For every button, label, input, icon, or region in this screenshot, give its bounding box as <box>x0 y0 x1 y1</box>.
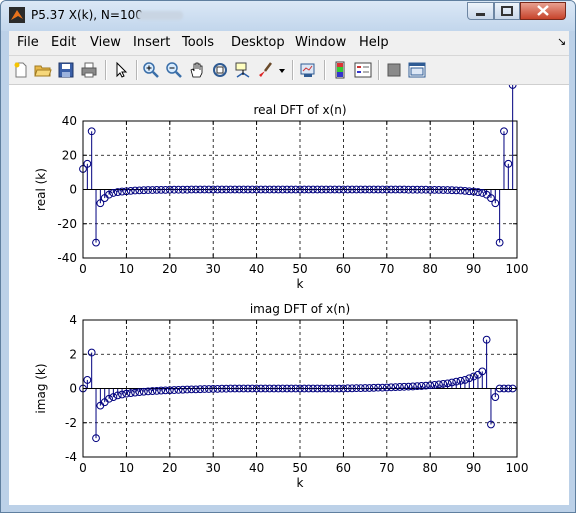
x-tick-label: 50 <box>292 262 307 276</box>
chart-title: imag DFT of x(n) <box>250 302 350 316</box>
x-axis-label: k <box>297 476 304 490</box>
maximize-icon <box>501 6 513 16</box>
x-tick-label: 20 <box>162 262 177 276</box>
zoom-in-icon[interactable] <box>142 61 160 79</box>
data-cursor-icon[interactable] <box>234 61 252 79</box>
pan-icon[interactable] <box>188 61 206 79</box>
x-tick-label: 70 <box>379 262 394 276</box>
matlab-logo-icon <box>9 7 25 23</box>
chart-title: real DFT of x(n) <box>253 103 346 117</box>
window-title: P5.37 X(k), N=100 <box>31 8 143 22</box>
menu-help[interactable]: Help <box>359 35 389 50</box>
x-tick-label: 0 <box>79 262 87 276</box>
y-tick-label: -20 <box>57 217 77 231</box>
toolbar-separator <box>324 60 326 80</box>
rotate-3d-icon[interactable] <box>211 61 229 79</box>
y-tick-label: -2 <box>65 416 77 430</box>
menu-file[interactable]: File <box>17 35 39 50</box>
brush-icon[interactable] <box>257 61 275 79</box>
legend-icon[interactable] <box>354 61 372 79</box>
figure-canvas[interactable]: 0 10 20 30 40 50 60 70 80 90 100 -40 -20 0 20 40 real DF… <box>9 85 569 505</box>
hide-plot-tools-icon[interactable] <box>385 61 403 79</box>
x-tick-label: 70 <box>379 461 394 475</box>
toolbar-separator <box>292 60 294 80</box>
figure-toolbar <box>9 56 569 85</box>
y-tick-label: 0 <box>69 183 77 197</box>
axes-real-dft[interactable]: 0 10 20 30 40 50 60 70 80 90 100 -40 -20 0 20 40 real DF… <box>34 85 528 291</box>
y-tick-label: 2 <box>69 347 77 361</box>
y-tick-label: -40 <box>57 251 77 265</box>
new-figure-icon[interactable] <box>12 61 30 79</box>
x-tick-label: 80 <box>423 262 438 276</box>
close-button[interactable] <box>520 2 566 20</box>
x-tick-label: 100 <box>506 262 529 276</box>
pointer-icon[interactable] <box>112 61 130 79</box>
x-tick-label: 90 <box>466 262 481 276</box>
toolbar-separator <box>136 60 138 80</box>
print-icon[interactable] <box>80 61 98 79</box>
x-tick-label: 30 <box>206 262 221 276</box>
x-tick-label: 40 <box>249 262 264 276</box>
toolbar-separator <box>105 60 107 80</box>
zoom-out-icon[interactable] <box>165 61 183 79</box>
x-tick-label: 30 <box>206 461 221 475</box>
menu-edit[interactable]: Edit <box>51 35 76 50</box>
axes-imag-dft[interactable]: 0 10 20 30 40 50 60 70 80 90 100 -4 -2 0 2 4 imag DFT of… <box>34 302 528 490</box>
menu-view[interactable]: View <box>90 35 121 50</box>
y-tick-label: -4 <box>65 450 77 464</box>
menu-desktop[interactable]: Desktop <box>231 35 285 50</box>
x-tick-label: 100 <box>506 461 529 475</box>
x-tick-label: 10 <box>119 262 134 276</box>
figure-window: P5.37 X(k), N=100 File Edit View Insert … <box>0 0 576 513</box>
y-tick-label: 0 <box>69 382 77 396</box>
x-tick-label: 10 <box>119 461 134 475</box>
plots-svg: 0 10 20 30 40 50 60 70 80 90 100-40-2002040real DF… <box>34 85 528 490</box>
x-tick-label: 80 <box>423 461 438 475</box>
open-file-icon[interactable] <box>34 61 52 79</box>
x-tick-label: 90 <box>466 461 481 475</box>
dropdown-arrow-icon[interactable] <box>277 61 287 79</box>
x-tick-label: 20 <box>162 461 177 475</box>
y-tick-label: 4 <box>69 313 77 327</box>
menu-tools[interactable]: Tools <box>182 35 214 50</box>
dock-arrow-icon[interactable]: ↘ <box>557 35 566 48</box>
save-icon[interactable] <box>57 61 75 79</box>
maximize-button[interactable] <box>494 2 520 20</box>
y-tick-label: 40 <box>62 114 77 128</box>
y-tick-label: 20 <box>62 148 77 162</box>
close-icon <box>537 5 549 16</box>
title-bar[interactable]: P5.37 X(k), N=100 <box>1 1 575 31</box>
menu-insert[interactable]: Insert <box>133 35 170 50</box>
toolbar-separator <box>378 60 380 80</box>
x-axis-label: k <box>297 277 304 291</box>
x-tick-label: 0 <box>79 461 87 475</box>
blurred-title-suffix <box>137 11 183 20</box>
x-tick-label: 40 <box>249 461 264 475</box>
menu-bar: File Edit View Insert Tools Desktop Wind… <box>9 31 569 56</box>
show-plot-tools-icon[interactable] <box>408 61 426 79</box>
minimize-button[interactable] <box>467 2 494 20</box>
colorbar-icon[interactable] <box>331 61 349 79</box>
y-axis-label: imag (k) <box>34 363 48 413</box>
menu-window[interactable]: Window <box>295 35 346 50</box>
x-tick-label: 60 <box>336 262 351 276</box>
x-tick-label: 50 <box>292 461 307 475</box>
link-plot-icon[interactable] <box>299 61 317 79</box>
minimize-icon <box>476 13 485 16</box>
y-axis-label: real (k) <box>34 168 48 211</box>
x-tick-label: 60 <box>336 461 351 475</box>
